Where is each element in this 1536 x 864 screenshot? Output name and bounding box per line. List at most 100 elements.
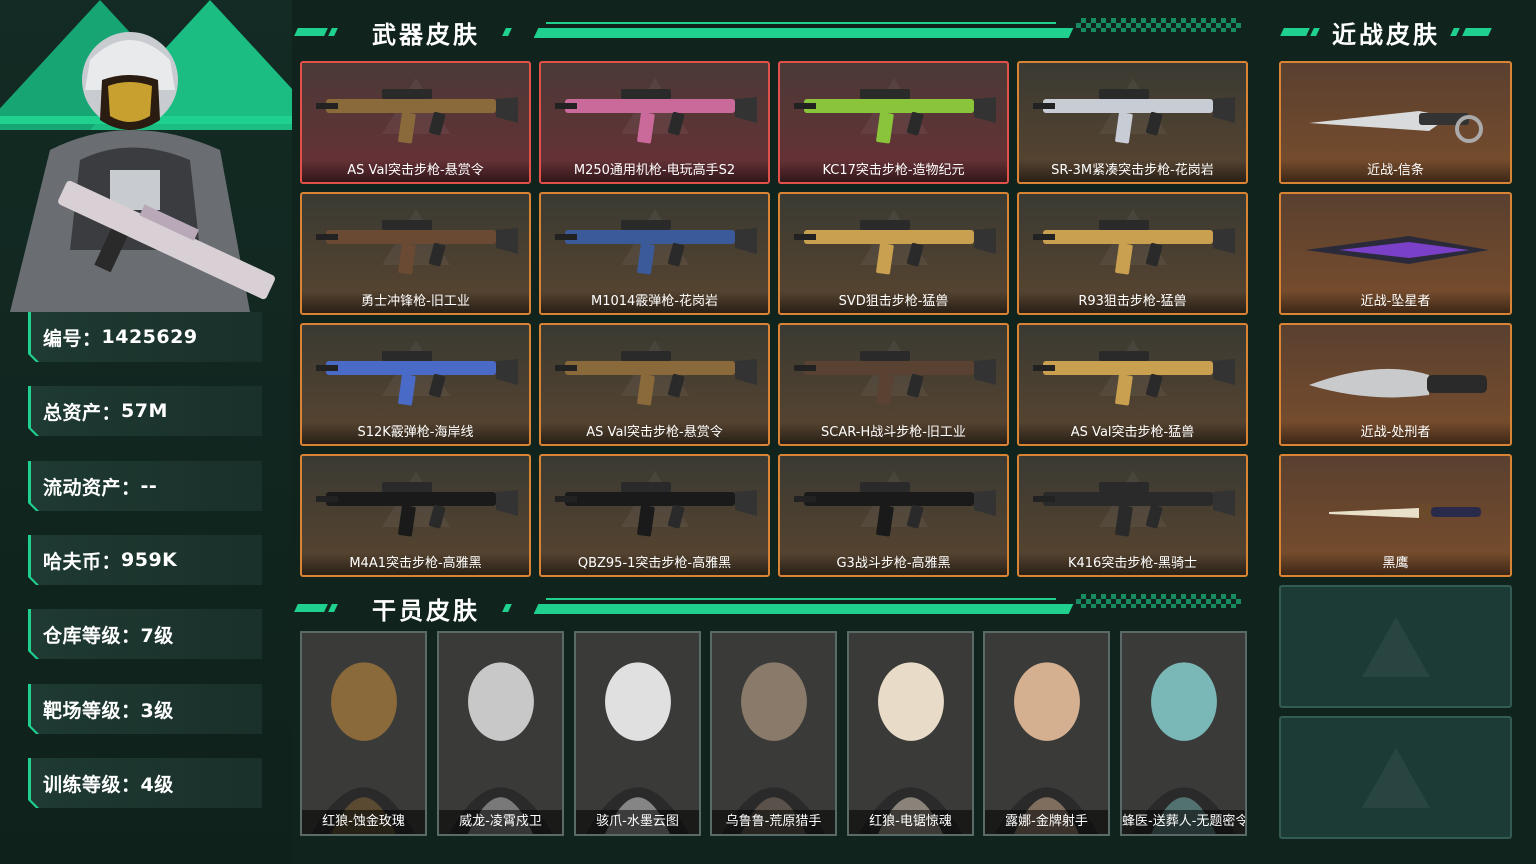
melee-skin-card[interactable]: 近战-处刑者 [1279, 323, 1512, 446]
stat-value: 57M [121, 400, 168, 422]
stat-coins: 哈夫币： 959K [28, 535, 262, 585]
weapon-skin-name: SCAR-H战斗步枪-旧工业 [780, 422, 1007, 444]
melee-section-header: 近战皮肤 [1280, 14, 1512, 50]
operator-skin-card[interactable]: 蜂医-送葬人-无题密令 [1120, 631, 1247, 836]
operator-portrait-icon [1122, 633, 1245, 834]
weapon-skin-card[interactable]: AS Val突击步枪-悬赏令 [539, 323, 770, 446]
weapon-skin-card[interactable]: KC17突击步枪-造物纪元 [778, 61, 1009, 184]
melee-skin-card[interactable]: 近战-信条 [1279, 61, 1512, 184]
empty-melee-slot [1279, 585, 1512, 708]
weapon-skin-name: R93狙击步枪-猛兽 [1019, 291, 1246, 313]
weapon-skin-name: G3战斗步枪-高雅黑 [780, 553, 1007, 575]
weapon-skin-card[interactable]: 勇士冲锋枪-旧工业 [300, 192, 531, 315]
knife-icon [1309, 368, 1487, 398]
operators-section-title: 干员皮肤 [372, 596, 480, 625]
weapon-skin-card[interactable]: AS Val突击步枪-悬赏令 [300, 61, 531, 184]
weapons-section-title: 武器皮肤 [372, 20, 480, 49]
melee-skin-card[interactable]: 黑鹰 [1279, 454, 1512, 577]
avatar [0, 0, 292, 312]
stat-label: 仓库等级： [43, 624, 141, 647]
knife-icon [1329, 504, 1481, 522]
weapon-skin-card[interactable]: S12K霰弹枪-海岸线 [300, 323, 531, 446]
weapon-skin-card[interactable]: M250通用机枪-电玩高手S2 [539, 61, 770, 184]
stat-value: -- [140, 475, 158, 497]
melee-section-title: 近战皮肤 [1332, 20, 1440, 49]
weapon-skin-name: SR-3M紧凑突击步枪-花岗岩 [1019, 160, 1246, 182]
stat-range-level: 靶场等级： 3级 [28, 684, 262, 734]
operator-skin-name: 露娜-金牌射手 [985, 810, 1108, 834]
weapon-skin-card[interactable]: R93狙击步枪-猛兽 [1017, 192, 1248, 315]
melee-skin-name: 近战-坠星者 [1281, 291, 1510, 313]
stat-label: 靶场等级： [43, 699, 141, 722]
operator-skin-name: 乌鲁鲁-荒原猎手 [712, 810, 835, 834]
stat-warehouse-level: 仓库等级： 7级 [28, 609, 262, 659]
operator-portrait-icon [985, 633, 1108, 834]
rifle-icon [1033, 351, 1235, 406]
operator-portrait-icon [439, 633, 562, 834]
rifle-icon [316, 89, 518, 144]
knife-icon [1305, 236, 1489, 264]
profile-panel: 编号： 1425629 总资产： 57M 流动资产： -- 哈夫币： 959K … [0, 0, 292, 864]
operators-section-header: 干员皮肤 [294, 590, 1246, 626]
weapon-skin-card[interactable]: AS Val突击步枪-猛兽 [1017, 323, 1248, 446]
operator-skin-name: 蜂医-送葬人-无题密令 [1122, 810, 1245, 834]
stat-label: 编号： [43, 327, 102, 350]
weapon-skin-name: K416突击步枪-黑骑士 [1019, 553, 1246, 575]
weapon-skin-name: AS Val突击步枪-猛兽 [1019, 422, 1246, 444]
weapon-skin-card[interactable]: SCAR-H战斗步枪-旧工业 [778, 323, 1009, 446]
rifle-icon [555, 89, 757, 144]
stat-label: 流动资产： [43, 476, 141, 499]
stat-label: 训练等级： [43, 773, 141, 796]
weapon-skin-name: 勇士冲锋枪-旧工业 [302, 291, 529, 313]
melee-skin-card[interactable]: 近战-坠星者 [1279, 192, 1512, 315]
rifle-icon [794, 89, 996, 144]
rifle-icon [555, 351, 757, 406]
weapon-skin-name: S12K霰弹枪-海岸线 [302, 422, 529, 444]
weapon-skin-name: M250通用机枪-电玩高手S2 [541, 160, 768, 182]
operator-skin-card[interactable]: 露娜-金牌射手 [983, 631, 1110, 836]
stat-label: 哈夫币： [43, 550, 122, 573]
weapon-skin-card[interactable]: K416突击步枪-黑骑士 [1017, 454, 1248, 577]
stat-id: 编号： 1425629 [28, 312, 262, 362]
stat-total-assets: 总资产： 57M [28, 386, 262, 436]
stat-value: 1425629 [101, 326, 198, 348]
weapon-skin-card[interactable]: M1014霰弹枪-花岗岩 [539, 192, 770, 315]
operator-portrait-icon [849, 633, 972, 834]
stat-value: 959K [121, 549, 178, 571]
operator-skin-name: 红狼-蚀金玫瑰 [302, 810, 425, 834]
operator-portrait-icon [712, 633, 835, 834]
operator-skin-name: 骇爪-水墨云图 [576, 810, 699, 834]
stat-value: 3级 [140, 699, 174, 722]
weapon-skin-card[interactable]: SVD狙击步枪-猛兽 [778, 192, 1009, 315]
operator-skin-card[interactable]: 骇爪-水墨云图 [574, 631, 701, 836]
weapon-skin-card[interactable]: M4A1突击步枪-高雅黑 [300, 454, 531, 577]
operator-skin-card[interactable]: 红狼-电锯惊魂 [847, 631, 974, 836]
operator-skin-card[interactable]: 威龙-凌霄戍卫 [437, 631, 564, 836]
weapon-skin-card[interactable]: G3战斗步枪-高雅黑 [778, 454, 1009, 577]
rifle-icon [794, 482, 996, 537]
stat-liquid-assets: 流动资产： -- [28, 461, 262, 511]
rifle-icon [555, 482, 757, 537]
weapon-skin-card[interactable]: QBZ95-1突击步枪-高雅黑 [539, 454, 770, 577]
rifle-icon [794, 220, 996, 275]
melee-skin-name: 近战-处刑者 [1281, 422, 1510, 444]
rifle-icon [316, 482, 518, 537]
rifle-icon [1033, 482, 1235, 537]
operator-skin-card[interactable]: 红狼-蚀金玫瑰 [300, 631, 427, 836]
weapon-skin-name: M4A1突击步枪-高雅黑 [302, 553, 529, 575]
rifle-icon [316, 220, 518, 275]
operator-portrait-icon [10, 32, 275, 312]
operator-skin-name: 威龙-凌霄戍卫 [439, 810, 562, 834]
stat-value: 4级 [140, 773, 174, 796]
operator-portrait-icon [576, 633, 699, 834]
weapon-skin-card[interactable]: SR-3M紧凑突击步枪-花岗岩 [1017, 61, 1248, 184]
weapon-skin-name: QBZ95-1突击步枪-高雅黑 [541, 553, 768, 575]
weapon-skin-name: AS Val突击步枪-悬赏令 [541, 422, 768, 444]
operator-portrait-icon [302, 633, 425, 834]
operator-skin-card[interactable]: 乌鲁鲁-荒原猎手 [710, 631, 837, 836]
melee-skin-name: 黑鹰 [1281, 553, 1510, 575]
weapon-skin-name: KC17突击步枪-造物纪元 [780, 160, 1007, 182]
rifle-icon [1033, 220, 1235, 275]
weapon-skin-name: M1014霰弹枪-花岗岩 [541, 291, 768, 313]
operator-skin-name: 红狼-电锯惊魂 [849, 810, 972, 834]
